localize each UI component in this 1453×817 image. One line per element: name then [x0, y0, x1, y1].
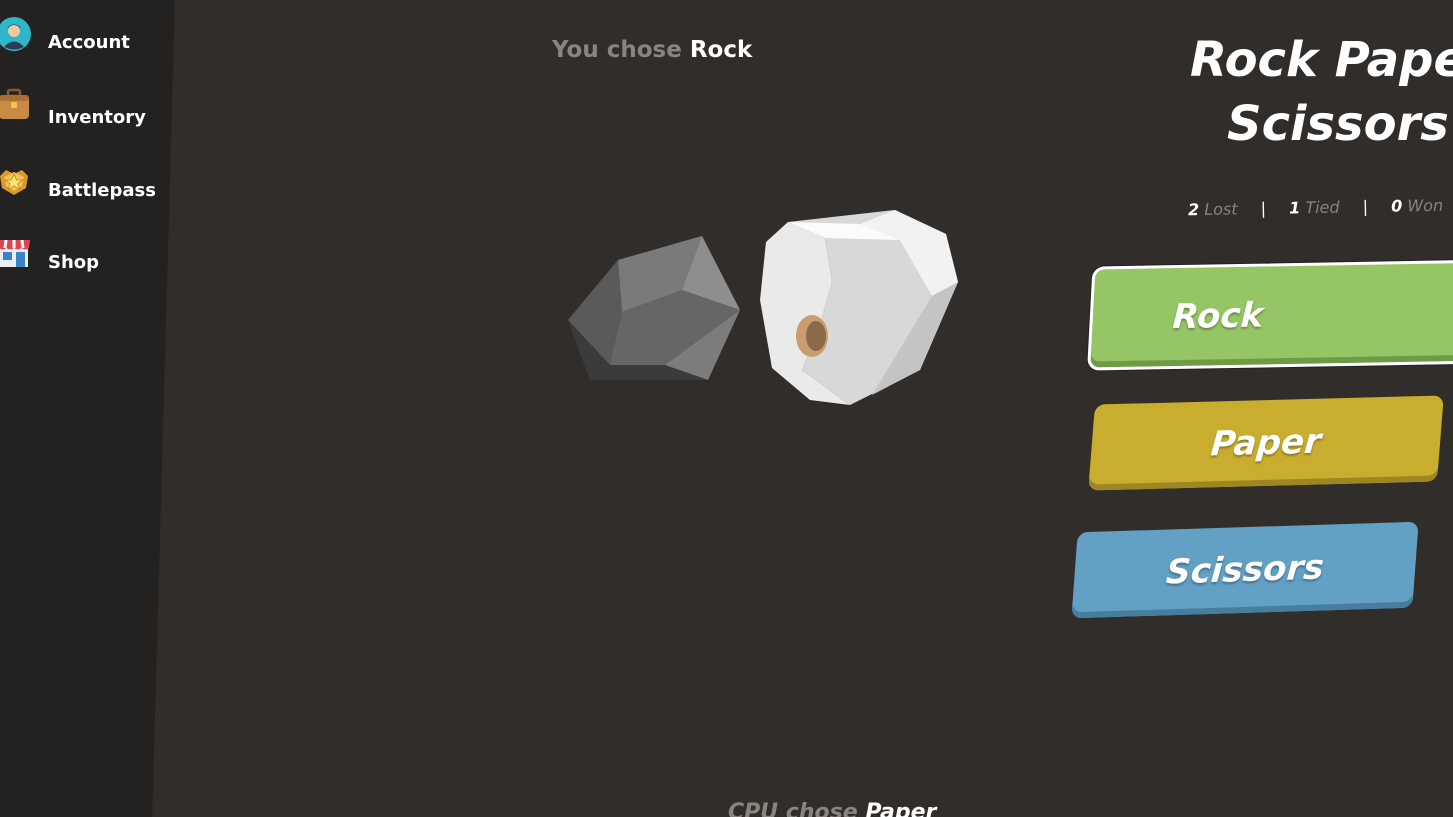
won-label: Won	[1407, 195, 1444, 216]
sidebar-item-label: Shop	[48, 251, 100, 273]
player-choice-prefix: You chose	[552, 37, 682, 63]
cpu-choice-value: Paper	[865, 800, 937, 817]
cpu-choice-caption: CPU chose Paper	[728, 800, 936, 817]
sidebar-item-label: Account	[48, 31, 130, 53]
rock-model-icon	[568, 236, 740, 380]
paper-model-icon	[760, 210, 958, 405]
tied-count: 1	[1288, 198, 1301, 218]
cpu-choice-prefix: CPU chose	[728, 800, 858, 817]
account-icon	[0, 17, 31, 51]
choice-models	[568, 210, 958, 405]
sidebar-item-label: Battlepass	[48, 179, 156, 201]
game-title: Rock Paper Scissors	[1190, 28, 1453, 156]
sidebar-item-label: Inventory	[48, 106, 146, 128]
tied-label: Tied	[1305, 197, 1340, 218]
paper-button-label: Paper	[1209, 421, 1323, 465]
player-choice-value: Rock	[689, 37, 753, 63]
scissors-button[interactable]: Scissors	[1071, 521, 1419, 619]
won-count: 0	[1390, 196, 1403, 216]
game-title-line1: Rock Paper	[1190, 32, 1453, 88]
game-title-line2: Scissors	[1227, 96, 1449, 152]
paper-button[interactable]: Paper	[1088, 395, 1444, 491]
rock-button[interactable]: Rock	[1087, 259, 1453, 371]
inventory-icon	[0, 88, 29, 119]
rock-button-label: Rock	[1171, 295, 1265, 338]
score-divider: |	[1362, 197, 1369, 217]
battlepass-icon	[0, 170, 28, 195]
scissors-button-label: Scissors	[1164, 547, 1326, 593]
lost-label: Lost	[1204, 199, 1238, 219]
score-divider: |	[1260, 198, 1267, 218]
player-choice-caption: You chose Rock	[552, 37, 752, 63]
shop-icon	[0, 239, 30, 267]
score-bar: 2 Lost | 1 Tied | 0 Won	[1188, 196, 1443, 219]
lost-count: 2	[1187, 200, 1200, 220]
game-screen: Account Inventory Battlepass Shop You ch…	[0, 0, 1453, 817]
